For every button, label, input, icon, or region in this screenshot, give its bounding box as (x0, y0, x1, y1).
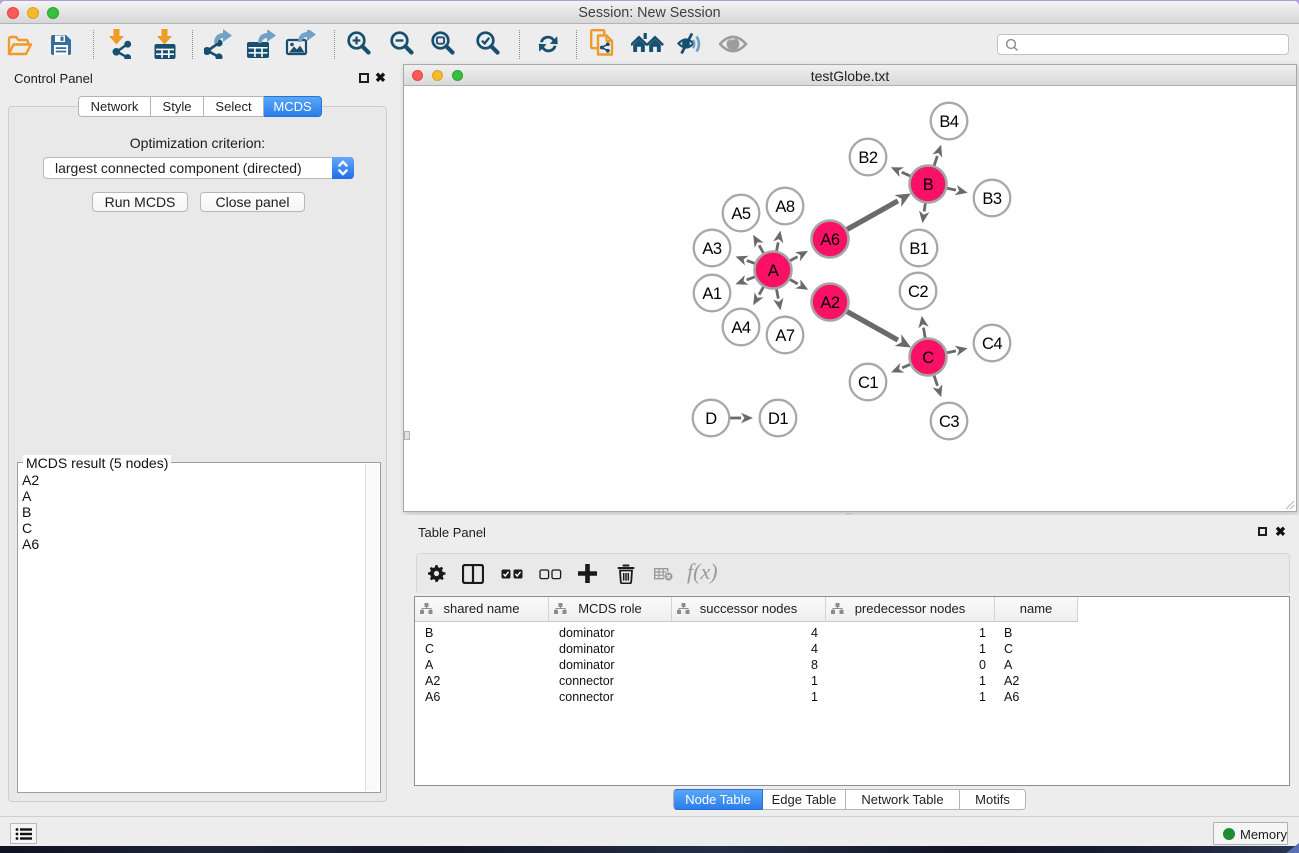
svg-text:A2: A2 (820, 294, 840, 312)
svg-text:A6: A6 (820, 231, 840, 249)
svg-text:D1: D1 (768, 410, 788, 428)
svg-text:B4: B4 (939, 113, 959, 131)
svg-text:A3: A3 (702, 240, 722, 258)
svg-text:D: D (705, 410, 717, 428)
svg-text:C: C (922, 349, 934, 367)
svg-text:C4: C4 (982, 335, 1002, 353)
svg-text:C1: C1 (858, 374, 878, 392)
svg-text:A4: A4 (731, 319, 751, 337)
svg-text:B2: B2 (858, 149, 878, 167)
svg-text:f(x): f(x) (687, 560, 718, 584)
svg-text:B1: B1 (909, 240, 929, 258)
svg-text:A7: A7 (775, 327, 795, 345)
svg-text:A5: A5 (731, 205, 751, 223)
svg-text:A1: A1 (702, 285, 722, 303)
svg-text:B3: B3 (982, 190, 1002, 208)
svg-text:C3: C3 (939, 413, 959, 431)
svg-text:A: A (768, 262, 779, 280)
svg-text:A8: A8 (775, 198, 795, 216)
svg-text:B: B (923, 176, 934, 194)
svg-text:C2: C2 (908, 283, 928, 301)
